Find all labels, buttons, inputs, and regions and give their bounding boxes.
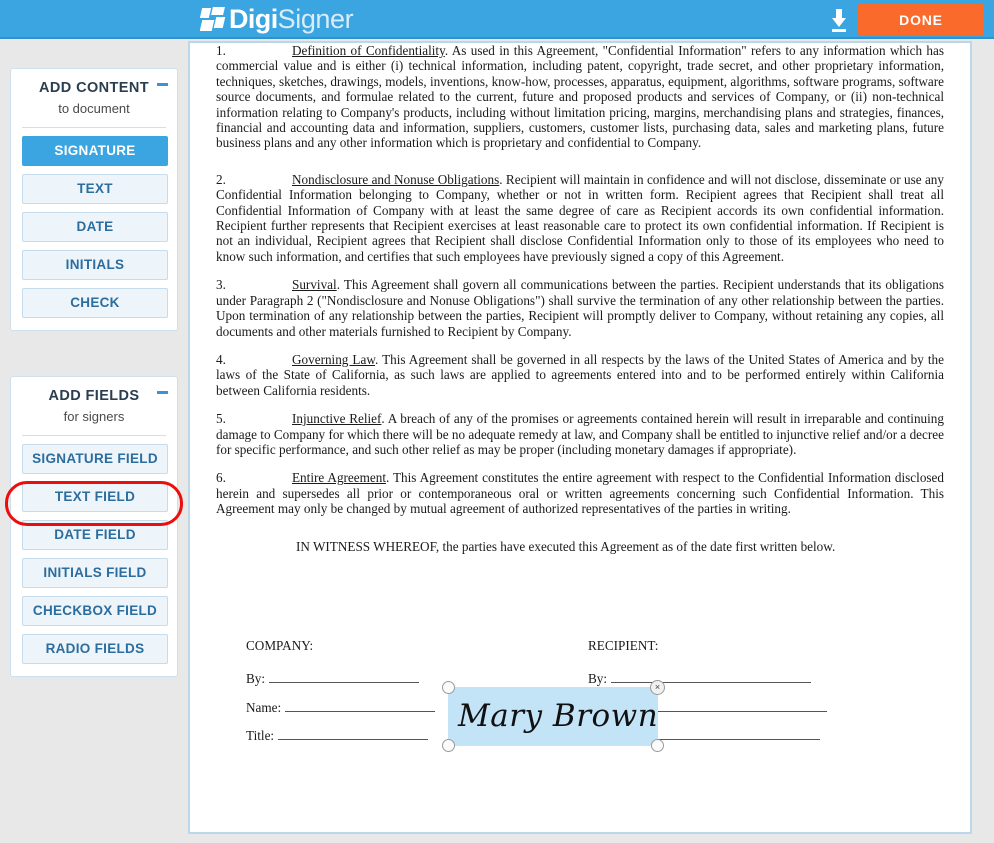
recipient-by-label: By: — [588, 671, 608, 687]
recipient-by-line: By: — [588, 671, 888, 686]
company-by-line: By: — [246, 671, 546, 686]
clause-1-body: . As used in this Agreement, "Confidenti… — [216, 43, 945, 151]
clause-2-heading: Nondisclosure and Nonuse Obligations — [292, 171, 500, 187]
clause-5-number: 5. — [216, 411, 226, 427]
witness-clause: IN WITNESS WHEREOF, the parties have exe… — [296, 538, 836, 554]
logo-text-primary: Digi — [229, 4, 278, 34]
resize-handle-bottom-left[interactable] — [442, 739, 455, 752]
clause-3: 3. Survival. This Agreement shall govern … — [216, 277, 944, 339]
document-page: 1. Definition of Confidentiality. As used… — [190, 43, 970, 832]
clause-4-heading: Governing Law — [292, 351, 375, 367]
add-text-button[interactable]: TEXT — [22, 174, 168, 204]
text-field-button[interactable]: TEXT FIELD — [22, 482, 168, 512]
panel-add-content-subtitle: to document — [58, 101, 130, 116]
digisigner-logo-icon — [200, 7, 226, 32]
resize-handle-bottom-right[interactable] — [651, 739, 664, 752]
company-name-rule[interactable] — [285, 700, 436, 712]
company-name-label: Name: — [246, 699, 282, 715]
divider — [22, 127, 166, 128]
initials-field-button[interactable]: INITIALS FIELD — [22, 558, 168, 588]
panel-add-fields-header: ADD FIELDS for signers — [22, 387, 168, 426]
app-header: Digi Signer DONE — [0, 0, 994, 39]
clause-4-number: 4. — [216, 351, 226, 367]
minus-icon[interactable] — [157, 83, 168, 86]
clause-2: 2. Nondisclosure and Nonuse Obligations. … — [216, 172, 944, 264]
clause-1: 1. Definition of Confidentiality. As used… — [216, 43, 944, 151]
close-icon[interactable]: × — [650, 680, 665, 695]
add-check-button[interactable]: CHECK — [22, 288, 168, 318]
done-button[interactable]: DONE — [858, 4, 984, 35]
panel-add-fields-title: ADD FIELDS — [48, 388, 140, 404]
clause-4: 4. Governing Law. This Agreement shall be… — [216, 352, 944, 398]
app-logo: Digi Signer — [200, 4, 354, 35]
sidebar: ADD CONTENT to document SIGNATURE TEXT D… — [0, 41, 188, 843]
add-signature-button[interactable]: SIGNATURE — [22, 136, 168, 166]
clause-5: 5. Injunctive Relief. A breach of any of … — [216, 411, 944, 457]
company-by-rule[interactable] — [269, 671, 420, 684]
radio-fields-button[interactable]: RADIO FIELDS — [22, 634, 168, 664]
download-icon[interactable] — [824, 6, 854, 34]
panel-add-fields: ADD FIELDS for signers SIGNATURE FIELD T… — [10, 376, 178, 677]
logo-text-secondary: Signer — [277, 4, 354, 34]
clause-1-heading: Definition of Confidentiality — [292, 43, 445, 58]
divider — [22, 435, 166, 436]
panel-add-fields-subtitle: for signers — [63, 409, 125, 424]
company-by-label: By: — [246, 671, 266, 687]
clause-1-number: 1. — [216, 43, 226, 58]
clause-3-heading: Survival — [292, 277, 337, 293]
signature-field-button[interactable]: SIGNATURE FIELD — [22, 444, 168, 474]
date-field-button[interactable]: DATE FIELD — [22, 520, 168, 550]
checkbox-field-button[interactable]: CHECKBOX FIELD — [22, 596, 168, 626]
panel-add-content-title: ADD CONTENT — [39, 80, 149, 96]
add-initials-button[interactable]: INITIALS — [22, 250, 168, 280]
recipient-by-rule[interactable] — [611, 671, 812, 684]
panel-add-content: ADD CONTENT to document SIGNATURE TEXT D… — [10, 68, 178, 331]
panel-add-content-header: ADD CONTENT to document — [22, 79, 168, 118]
document-viewer[interactable]: 1. Definition of Confidentiality. As used… — [188, 41, 972, 834]
signature-value: Mary Brown — [458, 698, 659, 734]
recipient-party-label: RECIPIENT: — [588, 638, 659, 653]
clause-6: 6. Entire Agreement. This Agreement const… — [216, 470, 944, 516]
placed-signature-widget[interactable]: Mary Brown × — [442, 680, 665, 752]
resize-handle-top-left[interactable] — [442, 681, 455, 694]
clause-6-heading: Entire Agreement — [292, 470, 387, 486]
minus-icon[interactable] — [157, 391, 168, 394]
clause-5-heading: Injunctive Relief — [292, 411, 382, 427]
company-party-label: COMPANY: — [246, 638, 314, 653]
clause-3-number: 3. — [216, 277, 226, 293]
add-date-button[interactable]: DATE — [22, 212, 168, 242]
company-title-rule[interactable] — [278, 728, 429, 741]
clause-2-number: 2. — [216, 171, 226, 187]
clause-6-number: 6. — [216, 470, 226, 486]
company-title-label: Title: — [246, 728, 275, 744]
